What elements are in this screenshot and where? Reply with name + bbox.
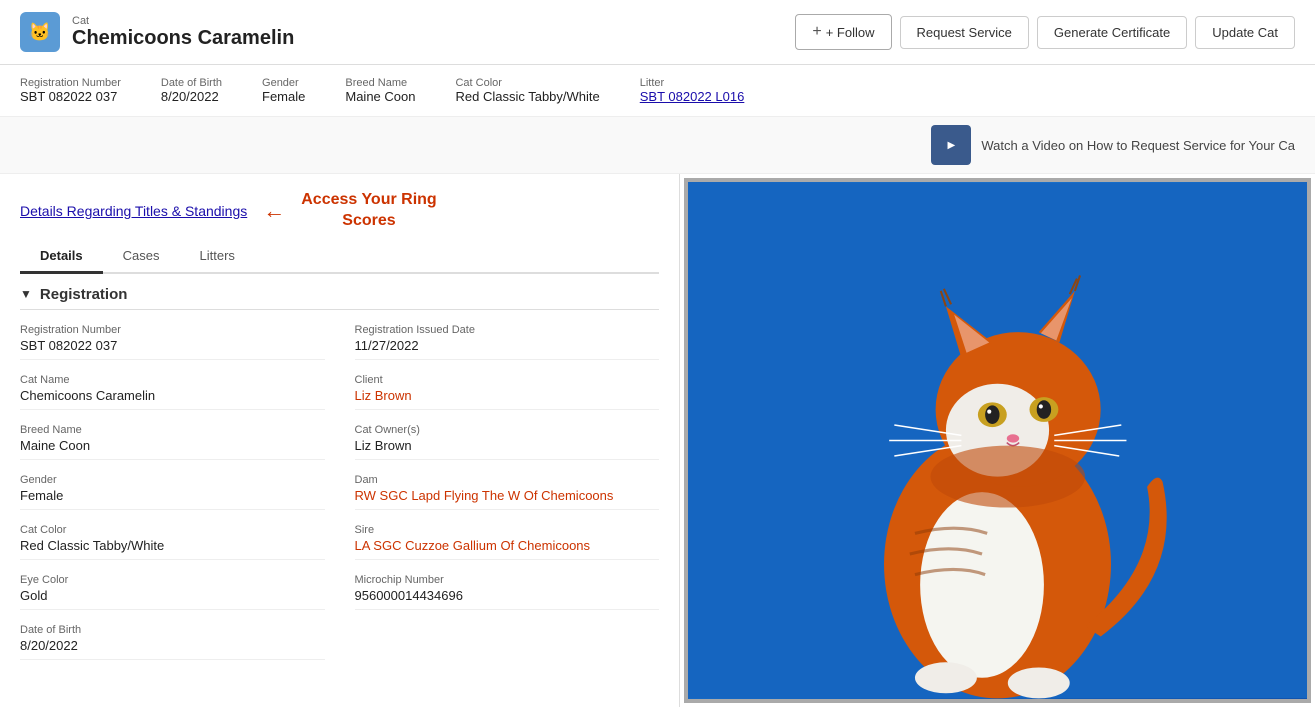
section-header: ▼ Registration xyxy=(20,286,659,310)
cat-icon: 🐱 xyxy=(20,12,60,52)
info-field: GenderFemale xyxy=(262,77,305,104)
info-field-label: Cat Color xyxy=(455,77,599,89)
field-group: Sire LA SGC Cuzzoe Gallium Of Chemicoons xyxy=(355,524,660,560)
litter-link[interactable]: SBT 082022 L016 xyxy=(640,89,745,104)
info-field: LitterSBT 082022 L016 xyxy=(640,77,745,104)
field-label: Breed Name xyxy=(20,424,325,436)
info-field: Registration NumberSBT 082022 037 xyxy=(20,77,121,104)
field-label: Registration Number xyxy=(20,324,325,336)
titles-link[interactable]: Details Regarding Titles & Standings xyxy=(20,203,247,219)
tab-cases[interactable]: Cases xyxy=(103,240,180,274)
video-text: Watch a Video on How to Request Service … xyxy=(981,138,1295,153)
field-label: Gender xyxy=(20,474,325,486)
field-group: Client Liz Brown xyxy=(355,374,660,410)
field-group: Eye Color Gold xyxy=(20,574,325,610)
cat-image-area xyxy=(688,182,1307,699)
info-field-value: Female xyxy=(262,89,305,104)
follow-button[interactable]: + + Follow xyxy=(795,14,891,50)
info-field-label: Date of Birth xyxy=(161,77,222,89)
info-field-label: Gender xyxy=(262,77,305,89)
field-group: Registration Issued Date 11/27/2022 xyxy=(355,324,660,360)
generate-certificate-button[interactable]: Generate Certificate xyxy=(1037,16,1187,49)
left-panel: Details Regarding Titles & Standings ← A… xyxy=(0,174,680,707)
field-label: Cat Color xyxy=(20,524,325,536)
field-value: Maine Coon xyxy=(20,438,325,453)
field-value: 956000014434696 xyxy=(355,588,660,603)
header-left: 🐱 Cat Chemicoons Caramelin xyxy=(20,12,294,52)
field-label: Cat Owner(s) xyxy=(355,424,660,436)
video-banner: ▶ Watch a Video on How to Request Servic… xyxy=(0,117,1315,174)
field-label: Sire xyxy=(355,524,660,536)
field-value[interactable]: Liz Brown xyxy=(355,388,660,403)
access-scores-text: Access Your Ring Scores xyxy=(301,190,436,232)
field-group: Registration Number SBT 082022 037 xyxy=(20,324,325,360)
field-group: Breed Name Maine Coon xyxy=(20,424,325,460)
video-thumbnail: ▶ xyxy=(931,125,971,165)
plus-icon: + xyxy=(812,23,821,41)
field-value: 11/27/2022 xyxy=(355,338,660,353)
field-value: SBT 082022 037 xyxy=(20,338,325,353)
info-field-label: Registration Number xyxy=(20,77,121,89)
field-group: Cat Color Red Classic Tabby/White xyxy=(20,524,325,560)
info-field: Date of Birth8/20/2022 xyxy=(161,77,222,104)
info-field: Breed NameMaine Coon xyxy=(345,77,415,104)
field-value: Chemicoons Caramelin xyxy=(20,388,325,403)
field-label: Eye Color xyxy=(20,574,325,586)
tab-litters[interactable]: Litters xyxy=(180,240,255,274)
field-label: Cat Name xyxy=(20,374,325,386)
field-value: Gold xyxy=(20,588,325,603)
cat-name: Chemicoons Caramelin xyxy=(72,27,294,50)
info-field-label: Breed Name xyxy=(345,77,415,89)
field-group: Gender Female xyxy=(20,474,325,510)
field-group: Dam RW SGC Lapd Flying The W Of Chemicoon… xyxy=(355,474,660,510)
field-group: Date of Birth 8/20/2022 xyxy=(20,624,325,660)
field-value: Liz Brown xyxy=(355,438,660,453)
header-buttons: + + Follow Request Service Generate Cert… xyxy=(795,14,1295,50)
header-title-group: Cat Chemicoons Caramelin xyxy=(72,15,294,50)
info-field-value: 8/20/2022 xyxy=(161,89,222,104)
field-label: Client xyxy=(355,374,660,386)
tab-details[interactable]: Details xyxy=(20,240,103,274)
cat-image-panel xyxy=(684,178,1311,703)
field-group: Cat Name Chemicoons Caramelin xyxy=(20,374,325,410)
field-group: Microchip Number 956000014434696 xyxy=(355,574,660,610)
main-content: Details Regarding Titles & Standings ← A… xyxy=(0,174,1315,707)
field-label: Microchip Number xyxy=(355,574,660,586)
field-value[interactable]: RW SGC Lapd Flying The W Of Chemicoons xyxy=(355,488,660,503)
titles-section: Details Regarding Titles & Standings ← A… xyxy=(20,174,659,240)
field-value[interactable]: LA SGC Cuzzoe Gallium Of Chemicoons xyxy=(355,538,660,553)
cat-label: Cat xyxy=(72,15,294,27)
cat-illustration xyxy=(688,182,1307,699)
field-group: Cat Owner(s) Liz Brown xyxy=(355,424,660,460)
info-field: Cat ColorRed Classic Tabby/White xyxy=(455,77,599,104)
request-service-button[interactable]: Request Service xyxy=(900,16,1029,49)
field-value: 8/20/2022 xyxy=(20,638,325,653)
field-value: Female xyxy=(20,488,325,503)
section-title: Registration xyxy=(40,286,128,303)
follow-label: + Follow xyxy=(826,25,875,40)
info-field-value: SBT 082022 037 xyxy=(20,89,121,104)
info-field-value: Red Classic Tabby/White xyxy=(455,89,599,104)
field-label: Dam xyxy=(355,474,660,486)
header: 🐱 Cat Chemicoons Caramelin + + Follow Re… xyxy=(0,0,1315,65)
chevron-icon: ▼ xyxy=(20,287,32,301)
field-value: Red Classic Tabby/White xyxy=(20,538,325,553)
info-bar: Registration NumberSBT 082022 037 Date of… xyxy=(0,65,1315,117)
fields-grid: Registration NumberSBT 082022 037Registr… xyxy=(20,324,659,674)
info-field-label: Litter xyxy=(640,77,745,89)
info-field-value: Maine Coon xyxy=(345,89,415,104)
registration-section: ▼ Registration Registration Number SBT 08… xyxy=(20,286,659,674)
update-cat-button[interactable]: Update Cat xyxy=(1195,16,1295,49)
video-icon: ▶ xyxy=(948,140,956,151)
field-label: Date of Birth xyxy=(20,624,325,636)
arrow-icon: ← xyxy=(263,198,285,224)
field-label: Registration Issued Date xyxy=(355,324,660,336)
tabs: DetailsCasesLitters xyxy=(20,240,659,274)
